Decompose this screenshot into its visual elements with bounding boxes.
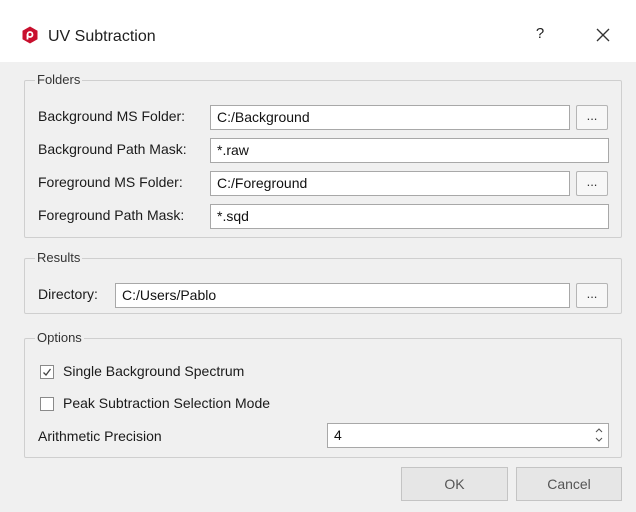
foreground-path-mask-input[interactable]: *.sqd xyxy=(210,204,609,229)
background-path-mask-input[interactable]: *.raw xyxy=(210,138,609,163)
background-ms-folder-label: Background MS Folder: xyxy=(38,108,186,124)
results-group: Results Directory: C:/Users/Pablo ... xyxy=(24,250,622,314)
close-icon[interactable] xyxy=(590,22,616,48)
foreground-path-mask-label: Foreground Path Mask: xyxy=(38,207,185,223)
results-legend: Results xyxy=(35,250,83,266)
spin-arrows-icon[interactable] xyxy=(593,424,605,446)
app-logo-icon xyxy=(22,26,38,44)
foreground-ms-folder-input[interactable]: C:/Foreground xyxy=(210,171,570,196)
uv-subtraction-dialog: UV Subtraction ? Folders Background MS F… xyxy=(0,0,636,512)
peak-subtraction-selection-mode-label[interactable]: Peak Subtraction Selection Mode xyxy=(63,395,270,411)
title-bar: UV Subtraction ? xyxy=(0,0,636,62)
background-ms-folder-input[interactable]: C:/Background xyxy=(210,105,570,130)
single-background-spectrum-label[interactable]: Single Background Spectrum xyxy=(63,363,244,379)
folders-group: Folders Background MS Folder: C:/Backgro… xyxy=(24,72,622,238)
directory-label: Directory: xyxy=(38,286,98,302)
window-title: UV Subtraction xyxy=(48,28,156,45)
directory-input[interactable]: C:/Users/Pablo xyxy=(115,283,570,308)
ok-button[interactable]: OK xyxy=(401,467,508,501)
folders-legend: Folders xyxy=(35,72,83,88)
help-button[interactable]: ? xyxy=(528,22,552,46)
foreground-ms-folder-label: Foreground MS Folder: xyxy=(38,174,183,190)
foreground-ms-folder-browse-button[interactable]: ... xyxy=(576,171,608,196)
checkmark-icon xyxy=(43,368,52,376)
options-group: Options Single Background Spectrum Peak … xyxy=(24,330,622,458)
directory-browse-button[interactable]: ... xyxy=(576,283,608,308)
single-background-spectrum-checkbox[interactable] xyxy=(40,365,54,379)
arithmetic-precision-label: Arithmetic Precision xyxy=(38,428,162,444)
peak-subtraction-selection-mode-checkbox[interactable] xyxy=(40,397,54,411)
background-ms-folder-browse-button[interactable]: ... xyxy=(576,105,608,130)
options-legend: Options xyxy=(35,330,84,346)
cancel-button[interactable]: Cancel xyxy=(516,467,622,501)
background-path-mask-label: Background Path Mask: xyxy=(38,141,187,157)
arithmetic-precision-spinbox[interactable]: 4 xyxy=(327,423,609,448)
